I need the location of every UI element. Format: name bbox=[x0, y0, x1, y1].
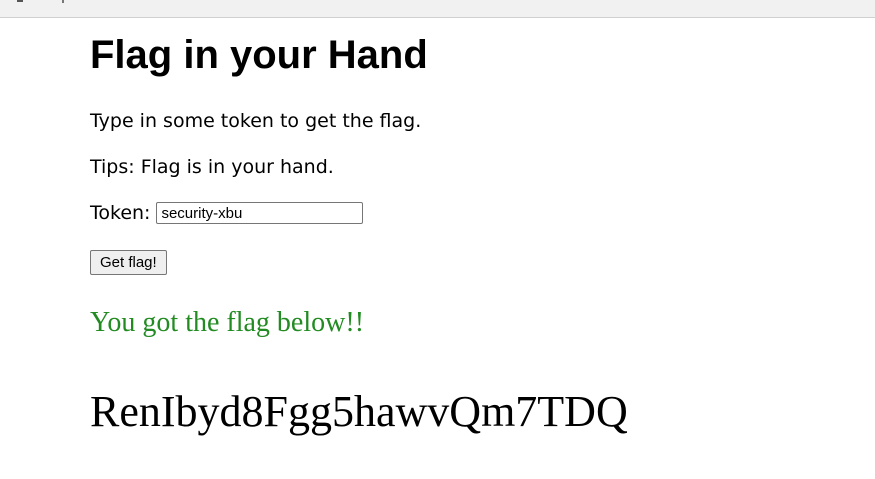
flag-text: RenIbyd8Fgg5hawvQm7TDQ bbox=[90, 387, 628, 436]
token-label: Token: bbox=[90, 202, 151, 224]
tips-text: Tips: Flag is in your hand. bbox=[90, 156, 334, 178]
token-row: Token: bbox=[90, 201, 364, 225]
get-flag-button[interactable]: Get flag! bbox=[90, 250, 167, 275]
success-message: You got the flag below!! bbox=[90, 307, 365, 338]
token-input[interactable] bbox=[156, 202, 364, 224]
instruction-text: Type in some token to get the flag. bbox=[90, 110, 422, 132]
browser-edge-mark bbox=[62, 0, 64, 3]
page-title: Flag in your Hand bbox=[90, 33, 428, 77]
browser-edge-mark bbox=[17, 0, 23, 2]
browser-top-bar bbox=[0, 0, 875, 18]
